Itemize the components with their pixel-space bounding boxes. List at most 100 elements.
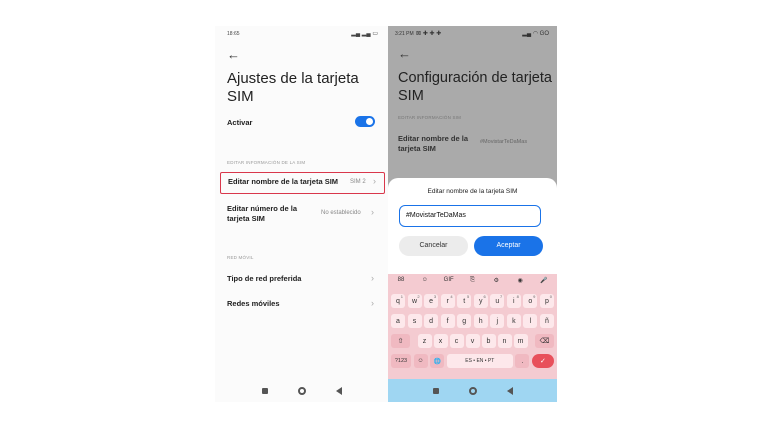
edit-number-label: Editar número de la tarjeta SIM — [227, 204, 298, 223]
cancel-button[interactable]: Cancelar — [399, 236, 468, 256]
key-k[interactable]: k — [506, 314, 521, 328]
microphone-icon[interactable]: 🎤 — [536, 277, 552, 284]
section-edit-sim: EDITAR INFORMACIÓN SIM — [398, 115, 462, 120]
status-battery-label: GO — [539, 31, 549, 37]
back-arrow-icon[interactable]: ← — [398, 47, 411, 60]
key-d[interactable]: d — [424, 314, 439, 328]
keyboard: 88 ☺ GIF ⎘ ⚙ ◉ 🎤 q1w2e3r4t5y6u7i8o9p0 as… — [388, 274, 557, 379]
key-letter: y — [478, 297, 483, 305]
keyboard-row-3: ⇧ zxcvbnm ⌫ — [388, 334, 557, 348]
mobile-networks-row[interactable]: Redes móviles › — [227, 299, 385, 311]
network-type-row[interactable]: Tipo de red preferida › — [227, 274, 385, 286]
sticker-icon[interactable]: ☺ — [417, 277, 433, 284]
emoji-key-icon[interactable]: ☺ — [413, 354, 428, 368]
symbols-key[interactable]: ?123 — [391, 354, 411, 368]
page-title: Ajustes de la tarjeta SIM — [227, 70, 359, 105]
recents-icon[interactable] — [432, 387, 439, 394]
key-letter: u — [495, 297, 500, 305]
edit-number-value: No establecido — [321, 210, 361, 216]
clipboard-icon[interactable]: ⎘ — [464, 277, 480, 284]
key-letter: t — [463, 297, 466, 305]
key-z[interactable]: z — [417, 334, 432, 348]
key-x[interactable]: x — [433, 334, 448, 348]
section-edit-sim: EDITAR INFORMACIÓN DE LA SIM — [227, 160, 306, 165]
edit-name-row[interactable]: Editar nombre de la tarjeta SIM #Movista… — [398, 134, 553, 156]
key-digit-hint: 7 — [500, 294, 503, 299]
key-y[interactable]: y6 — [473, 294, 488, 308]
key-p[interactable]: p0 — [539, 294, 554, 308]
enter-key-icon[interactable]: ✓ — [531, 354, 554, 368]
globe-key-icon[interactable]: 🌐 — [430, 354, 445, 368]
section-network: RED MÓVIL — [227, 255, 254, 260]
recents-icon[interactable] — [261, 388, 268, 394]
left-phone-screen: 18:65 ▂▄ ▂▄ ▭ ← Ajustes de la tarjeta SI… — [215, 26, 388, 402]
key-f[interactable]: f — [440, 314, 455, 328]
gif-button[interactable]: GIF — [441, 277, 457, 284]
keyboard-row-3-letters: zxcvbnm — [417, 334, 528, 348]
apps-icon[interactable]: 88 — [393, 277, 409, 284]
key-b[interactable]: b — [481, 334, 496, 348]
backspace-key-icon[interactable]: ⌫ — [535, 334, 554, 348]
key-digit-hint: 9 — [533, 294, 536, 299]
back-arrow-icon[interactable]: ← — [227, 48, 240, 61]
activar-toggle[interactable] — [355, 116, 375, 127]
key-a[interactable]: a — [391, 314, 405, 328]
palette-icon[interactable]: ◉ — [512, 277, 528, 284]
key-ñ[interactable]: ñ — [539, 314, 554, 328]
key-h[interactable]: h — [473, 314, 488, 328]
key-digit-hint: 3 — [433, 294, 437, 299]
chevron-right-icon: › — [371, 298, 374, 308]
key-letter: p — [544, 297, 549, 305]
status-bar-time: 3:21 PM — [395, 31, 414, 37]
key-digit-hint: 5 — [466, 294, 470, 299]
key-n[interactable]: n — [497, 334, 512, 348]
key-s[interactable]: s — [407, 314, 422, 328]
space-key[interactable]: ES • EN • PT — [446, 354, 513, 368]
key-j[interactable]: j — [490, 314, 505, 328]
key-i[interactable]: i8 — [506, 294, 521, 308]
key-letter: e — [429, 297, 434, 305]
key-u[interactable]: u7 — [490, 294, 505, 308]
key-digit-hint: 2 — [417, 294, 420, 299]
key-g[interactable]: g — [457, 314, 472, 328]
key-q[interactable]: q1 — [391, 294, 405, 308]
key-digit-hint: 6 — [483, 294, 486, 299]
keyboard-toolbar: 88 ☺ GIF ⎘ ⚙ ◉ 🎤 — [388, 277, 557, 284]
edit-name-label: Editar nombre de la tarjeta SIM — [398, 134, 469, 153]
key-r[interactable]: r4 — [440, 294, 455, 308]
key-digit-hint: 1 — [400, 294, 403, 299]
activar-label: Activar — [227, 118, 253, 127]
network-type-label: Tipo de red preferida — [227, 274, 302, 283]
period-key[interactable]: . — [515, 354, 530, 368]
shift-key-icon[interactable]: ⇧ — [391, 334, 410, 348]
key-c[interactable]: c — [449, 334, 464, 348]
edit-name-label: Editar nombre de la tarjeta SIM — [228, 177, 339, 186]
status-notification-icons: ⊠ ✚ ✚ ✚ — [416, 31, 442, 37]
key-letter: q — [396, 297, 400, 305]
key-m[interactable]: m — [513, 334, 528, 348]
edit-name-value: #MovistarTeDaMas — [480, 139, 528, 145]
edit-number-row[interactable]: Editar número de la tarjeta SIM No estab… — [227, 204, 385, 226]
home-icon[interactable] — [468, 386, 477, 395]
edit-name-row[interactable]: Editar nombre de la tarjeta SIM SIM 2 › — [220, 172, 385, 194]
back-icon[interactable] — [506, 386, 513, 395]
key-v[interactable]: v — [465, 334, 480, 348]
chevron-right-icon: › — [371, 207, 374, 217]
key-t[interactable]: t5 — [457, 294, 472, 308]
back-icon[interactable] — [335, 387, 342, 395]
key-o[interactable]: o9 — [523, 294, 538, 308]
key-digit-hint: 0 — [549, 294, 552, 299]
sim-name-input[interactable]: #MovistarTeDaMas — [399, 205, 541, 227]
nav-bar — [215, 380, 388, 402]
page-title: Configuración de tarjeta SIM — [398, 70, 552, 104]
key-e[interactable]: e3 — [424, 294, 439, 308]
key-l[interactable]: l — [523, 314, 538, 328]
home-icon[interactable] — [297, 387, 306, 395]
edit-name-value: SIM 2 — [350, 179, 366, 185]
settings-gear-icon[interactable]: ⚙ — [488, 277, 504, 284]
status-bar-time: 18:65 — [227, 31, 240, 37]
nav-bar — [388, 379, 557, 402]
accept-button[interactable]: Aceptar — [474, 236, 543, 256]
status-icons: ▂▄ ▂▄ ▭ — [351, 31, 378, 37]
key-w[interactable]: w2 — [407, 294, 422, 308]
